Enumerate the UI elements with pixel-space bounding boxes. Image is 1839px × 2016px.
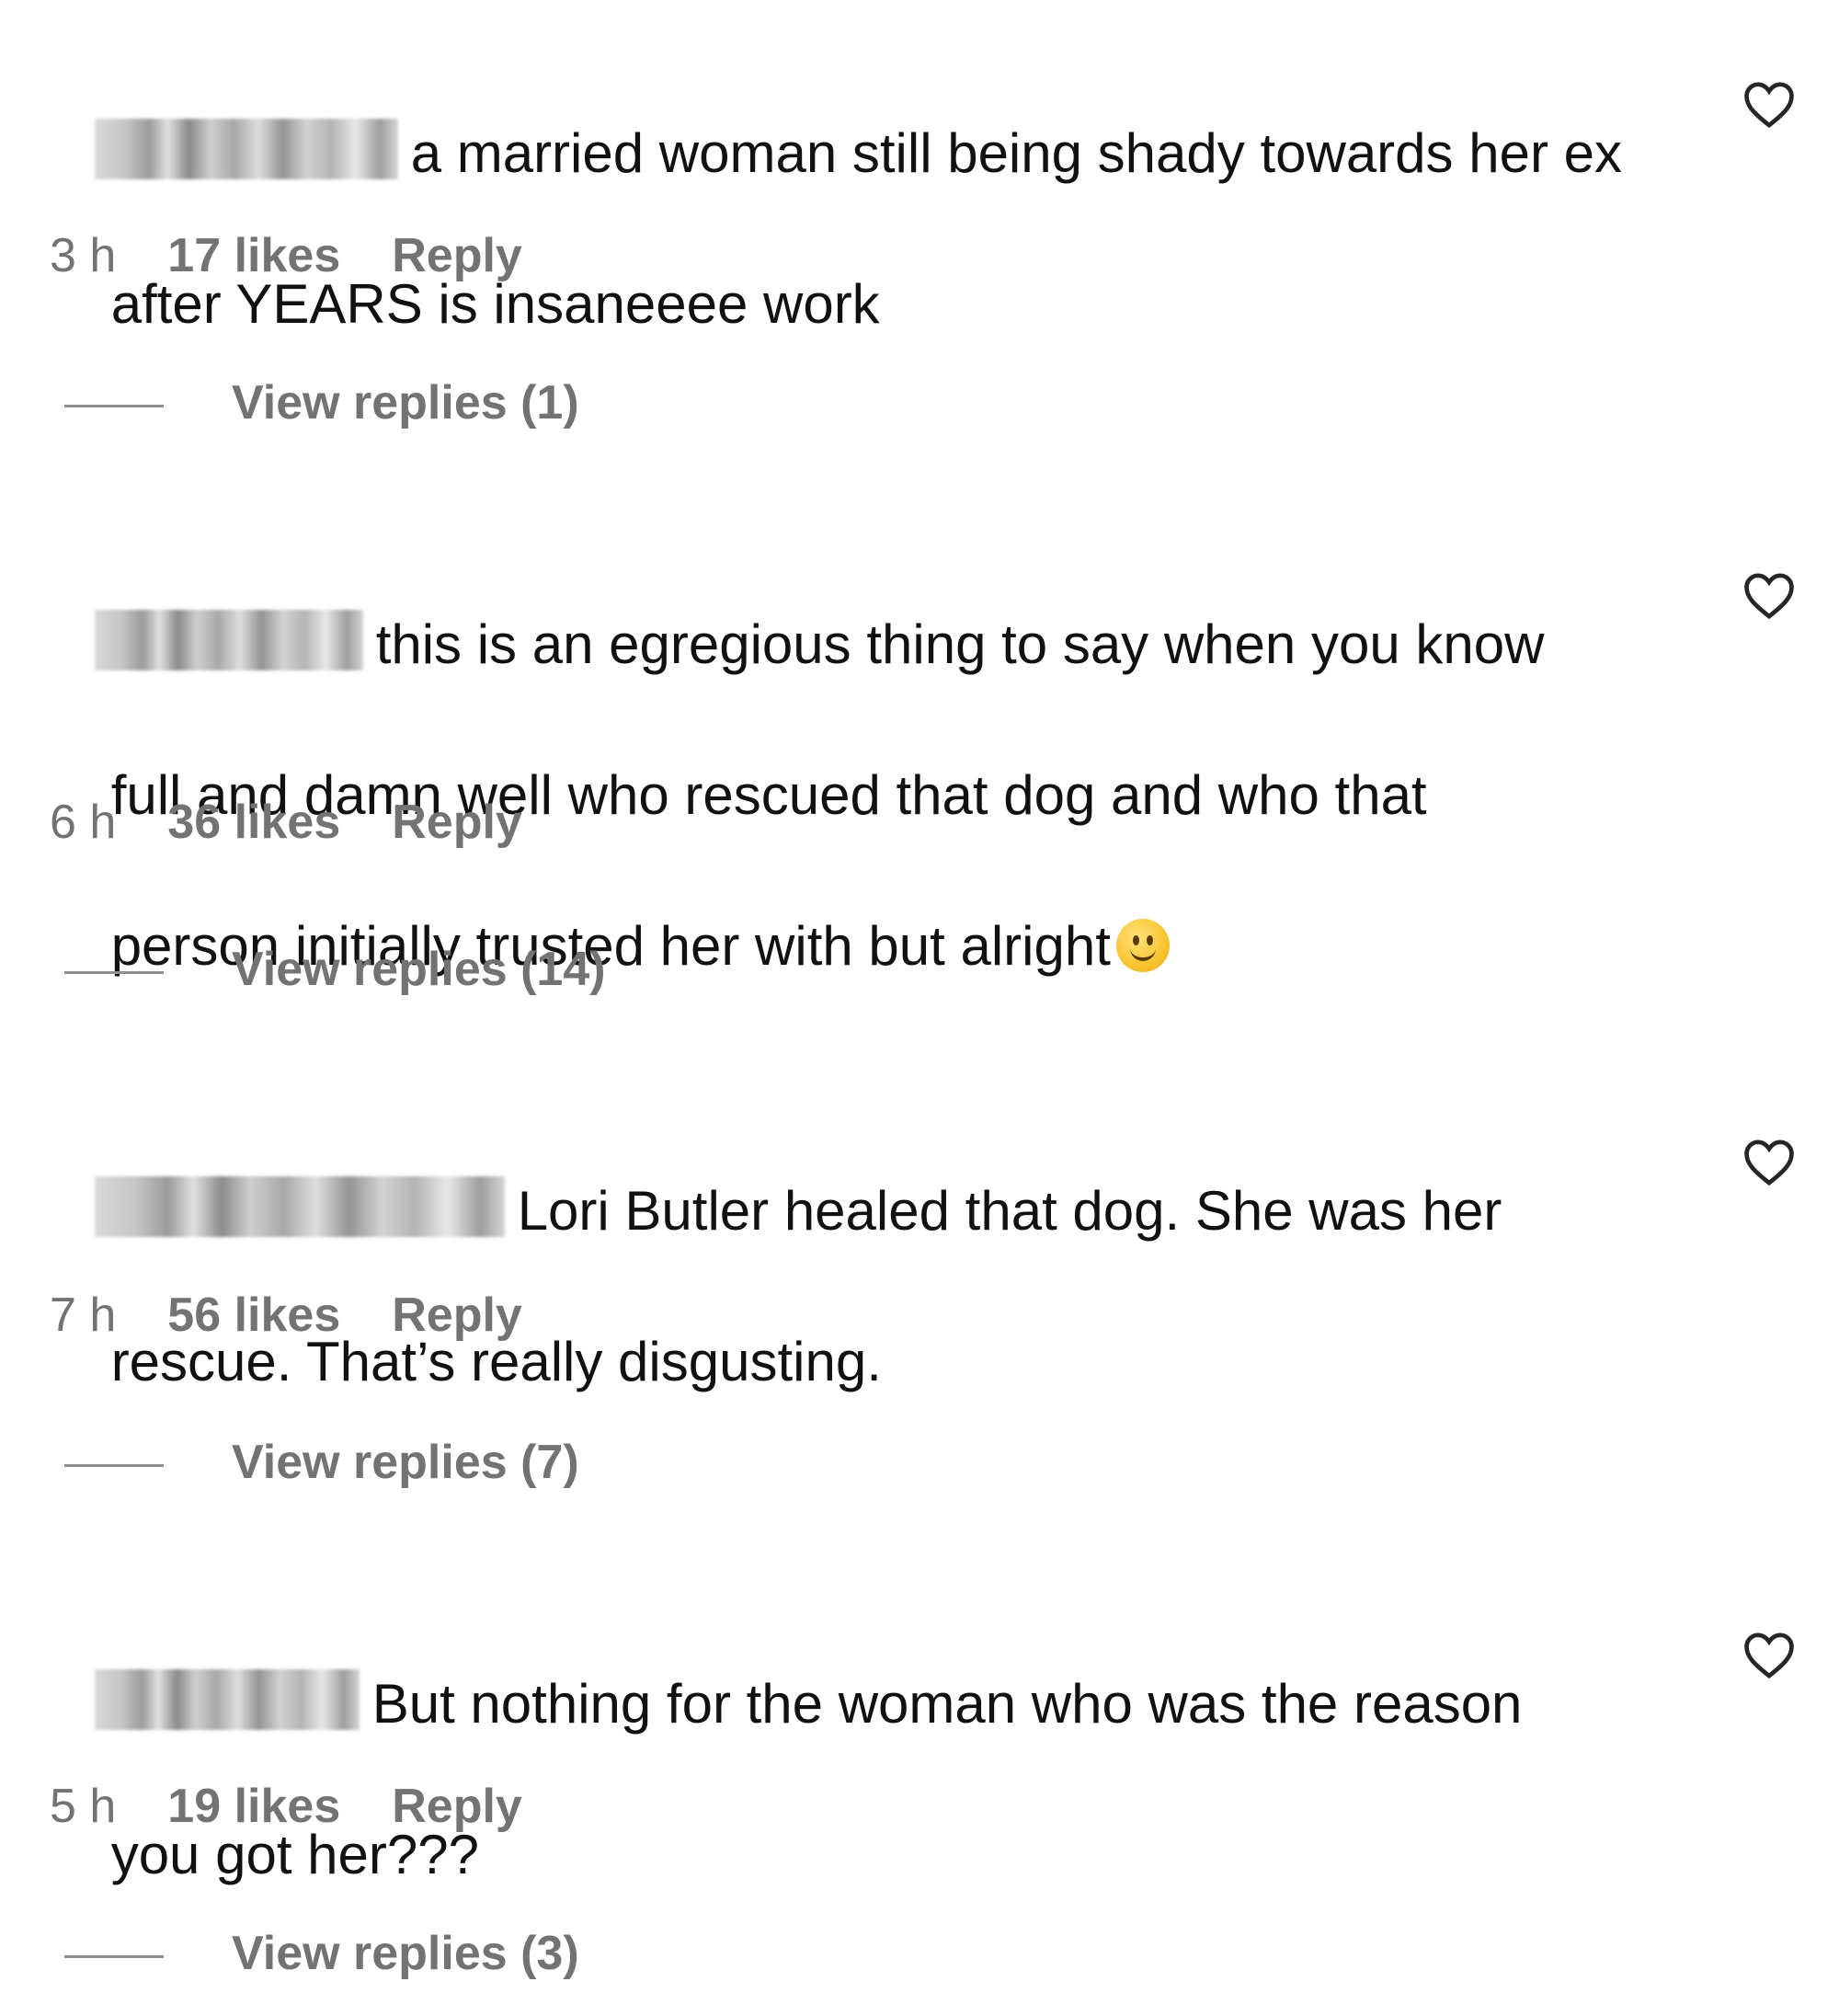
comment-line: Lori Butler healed that dog. She was her xyxy=(517,1180,1502,1242)
blurred-username[interactable] xyxy=(94,1669,360,1730)
comment-time: 7 h xyxy=(50,1289,117,1342)
comment-time: 3 h xyxy=(50,229,117,282)
comment-time: 5 h xyxy=(50,1780,117,1833)
comment-line: a married woman still being shady toward… xyxy=(410,122,1622,184)
view-replies-button[interactable]: View replies (1) xyxy=(64,375,579,430)
heart-icon[interactable] xyxy=(1743,1139,1795,1186)
replies-divider xyxy=(64,404,164,407)
slightly-smiling-face-icon xyxy=(1115,919,1170,972)
comment-meta: 7 h 56 likes Reply xyxy=(50,1288,522,1343)
comment-likes[interactable]: 56 likes xyxy=(167,1289,340,1342)
comment-time: 6 h xyxy=(50,796,117,849)
view-replies-label: View replies (7) xyxy=(232,1436,579,1489)
reply-button[interactable]: Reply xyxy=(392,1780,522,1833)
replies-divider xyxy=(64,970,164,974)
view-replies-button[interactable]: View replies (7) xyxy=(64,1435,579,1490)
heart-icon[interactable] xyxy=(1743,572,1795,620)
reply-button[interactable]: Reply xyxy=(392,1289,522,1342)
comment-line: this is an egregious thing to say when y… xyxy=(375,613,1545,675)
blurred-username[interactable] xyxy=(94,1176,505,1237)
reply-button[interactable]: Reply xyxy=(392,229,522,282)
blurred-username[interactable] xyxy=(94,119,398,179)
comment-likes[interactable]: 17 likes xyxy=(167,229,340,282)
blurred-username[interactable] xyxy=(94,610,363,670)
view-replies-label: View replies (1) xyxy=(232,376,579,430)
comment-meta: 3 h 17 likes Reply xyxy=(50,228,522,283)
replies-divider xyxy=(64,1954,164,1958)
view-replies-button[interactable]: View replies (14) xyxy=(64,942,606,997)
comment-line: But nothing for the woman who was the re… xyxy=(371,1673,1523,1735)
comment-likes[interactable]: 19 likes xyxy=(167,1780,340,1833)
heart-icon[interactable] xyxy=(1743,81,1795,129)
comment-meta: 6 h 36 likes Reply xyxy=(50,795,522,850)
comment-text: Lori Butler healed that dog. She was her… xyxy=(50,1098,1705,1475)
view-replies-button[interactable]: View replies (3) xyxy=(64,1926,579,1981)
heart-icon[interactable] xyxy=(1743,1632,1795,1679)
reply-button[interactable]: Reply xyxy=(392,796,522,849)
replies-divider xyxy=(64,1463,164,1467)
comment-meta: 5 h 19 likes Reply xyxy=(50,1779,522,1834)
view-replies-label: View replies (14) xyxy=(232,943,606,996)
view-replies-label: View replies (3) xyxy=(232,1927,579,1980)
comment-likes[interactable]: 36 likes xyxy=(167,796,340,849)
